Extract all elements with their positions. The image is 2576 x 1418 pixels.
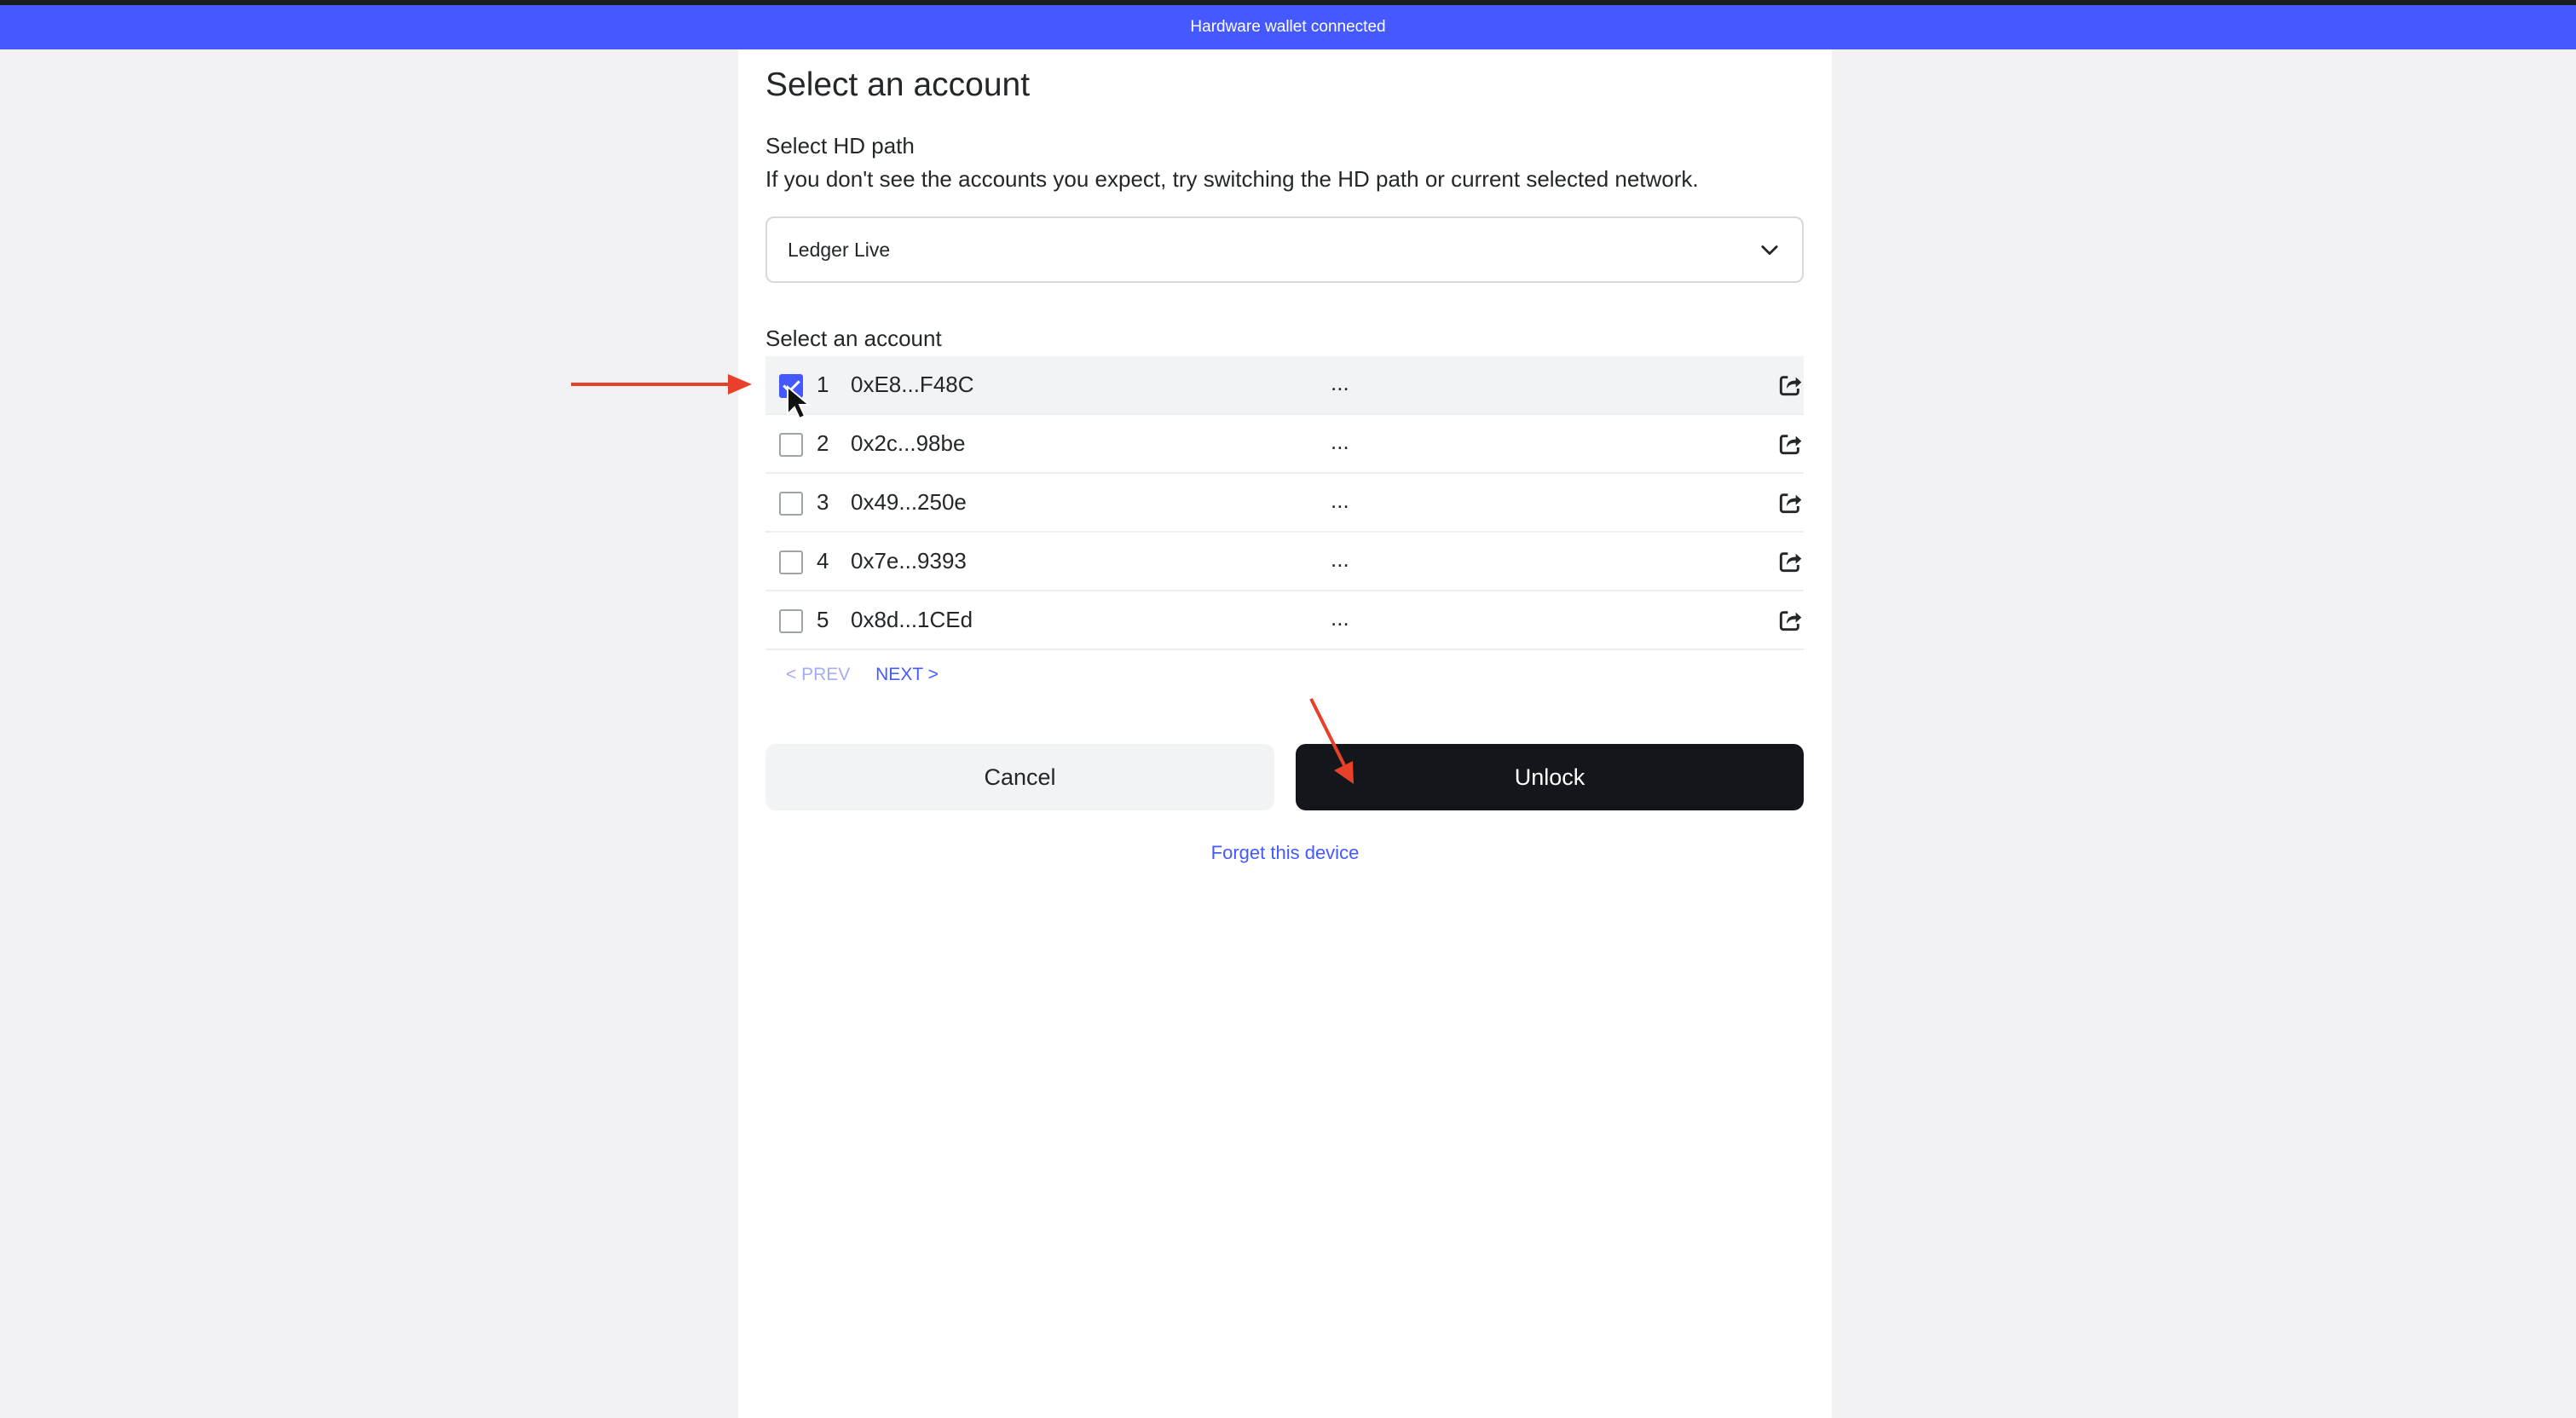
account-address: 0x2c...98be	[851, 430, 966, 456]
account-row[interactable]: 3 0x49...250e ...	[765, 474, 1804, 533]
share-external-icon[interactable]	[1776, 372, 1804, 399]
hd-path-description: If you don't see the accounts you expect…	[765, 166, 1699, 192]
share-external-icon[interactable]	[1776, 489, 1804, 516]
account-balance: ...	[1331, 370, 1349, 395]
account-checkbox[interactable]	[779, 433, 803, 457]
accounts-label: Select an account	[765, 326, 942, 351]
pagination: < PREV NEXT >	[786, 665, 939, 685]
hd-path-selected-value: Ledger Live	[788, 238, 891, 261]
hd-path-label: Select HD path	[765, 133, 915, 159]
prev-page-link[interactable]: < PREV	[786, 665, 850, 684]
account-row[interactable]: 2 0x2c...98be ...	[765, 415, 1804, 474]
cancel-button[interactable]: Cancel	[765, 744, 1274, 810]
select-account-panel: Select an account Select HD path If you …	[738, 49, 1832, 1418]
account-checkbox[interactable]	[779, 550, 803, 574]
account-row[interactable]: 5 0x8d...1CEd ...	[765, 591, 1804, 650]
account-index: 3	[817, 489, 829, 515]
account-address: 0x7e...9393	[851, 548, 967, 574]
chevron-down-icon	[1761, 245, 1778, 256]
account-checkbox[interactable]	[779, 609, 803, 633]
account-address: 0xE8...F48C	[851, 372, 974, 397]
annotation-arrow-checkbox	[571, 374, 752, 395]
account-row[interactable]: 4 0x7e...9393 ...	[765, 533, 1804, 591]
hd-path-dropdown[interactable]: Ledger Live	[765, 216, 1804, 283]
account-index: 1	[817, 372, 829, 397]
forget-device-link[interactable]: Forget this device	[738, 842, 1832, 864]
account-balance: ...	[1331, 605, 1349, 631]
account-checkbox[interactable]	[779, 374, 803, 398]
account-index: 5	[817, 607, 829, 632]
share-external-icon[interactable]	[1776, 548, 1804, 575]
account-list: 1 0xE8...F48C ... 2 0x2c...98be ... 3 0x…	[765, 356, 1804, 650]
account-balance: ...	[1331, 546, 1349, 572]
share-external-icon[interactable]	[1776, 607, 1804, 634]
account-address: 0x49...250e	[851, 489, 967, 515]
account-checkbox[interactable]	[779, 492, 803, 516]
connection-banner: Hardware wallet connected	[0, 5, 2576, 49]
account-balance: ...	[1331, 487, 1349, 513]
account-address: 0x8d...1CEd	[851, 607, 973, 632]
account-row[interactable]: 1 0xE8...F48C ...	[765, 356, 1804, 415]
account-index: 2	[817, 430, 829, 456]
account-index: 4	[817, 548, 829, 574]
page-title: Select an account	[765, 66, 1031, 103]
next-page-link[interactable]: NEXT >	[875, 665, 939, 684]
share-external-icon[interactable]	[1776, 430, 1804, 458]
unlock-button[interactable]: Unlock	[1296, 744, 1804, 810]
account-balance: ...	[1331, 429, 1349, 454]
